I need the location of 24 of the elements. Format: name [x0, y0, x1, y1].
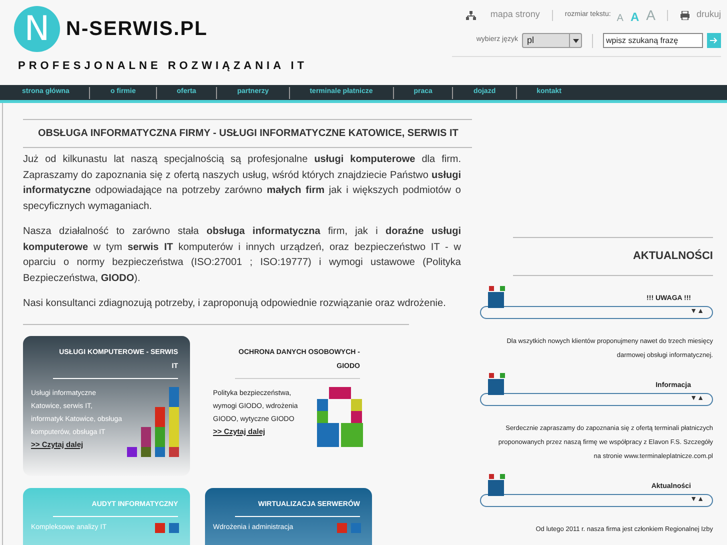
- print-link[interactable]: drukuj: [696, 8, 721, 22]
- news-window-icon: [488, 286, 506, 308]
- article-paragraph: Nasi konsultanci zdiagnozują potrzeby, i zaproponują odpowiednie rozwiązanie oraz wdrożenie.: [23, 297, 447, 311]
- search-field[interactable]: wpisz szukaną frazę: [603, 33, 703, 48]
- article-paragraph: Już od kilkunastu lat naszą specjalnością są profesjonalne usługi komputerowe dla firm. Zapraszamy do zapoznania się z ofertą naszych usług, wśród których znajdziecie Państwo usługi informatyczne odpowiadające na potrzeby zarówno małych firm jak i większych podmiotów o specyficznych wymaganiach.: [23, 153, 461, 214]
- sitemap-link[interactable]: mapa strony: [490, 8, 540, 22]
- article-paragraph: Nasza działalność to zarówno stała obsługa informatyczna firm, jak i doraźne usługi komputerowe w tym serwis IT komputerów i innych urządzeń, oraz bezpieczeństwo IT - w oparciu o normy bezpieczeństwa (ISO:27001 ; ISO:19777) i wymogi ustawowe (Polityka Bezpieczeństwa, GIODO).: [23, 225, 461, 286]
- colored-blocks-drawing: [317, 386, 363, 446]
- bar-blocks-drawing: [127, 386, 182, 456]
- arrow-right-icon: [710, 37, 718, 44]
- dropdown-caret-icon: [572, 38, 578, 42]
- news-window-icon: [488, 474, 506, 496]
- news-heading: AKTUALNOŚCI: [513, 237, 713, 276]
- news-window-icon: [488, 372, 506, 394]
- language-select[interactable]: pl: [522, 33, 582, 48]
- tagline: PROFESJONALNE ROZWIĄZANIA IT: [18, 59, 308, 74]
- printer-icon: [680, 10, 690, 20]
- small-blocks-drawing: [337, 522, 361, 532]
- search-button[interactable]: [707, 33, 721, 48]
- small-blocks-drawing: [155, 522, 179, 532]
- logo-icon: N: [14, 6, 60, 52]
- article-title: OBSŁUGA INFORMATYCZNA FIRMY - USŁUGI INFORMATYCZNE KATOWICE, SERWIS IT: [23, 119, 472, 148]
- site-name: N-SERWIS.PL: [66, 17, 208, 42]
- sitemap-icon: [466, 10, 476, 20]
